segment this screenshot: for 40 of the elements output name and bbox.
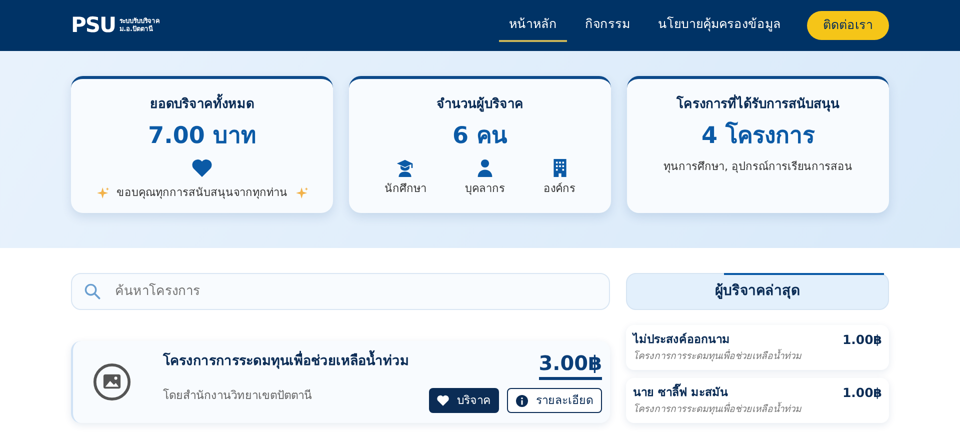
stat-title: จำนวนผู้บริจาค bbox=[436, 96, 524, 114]
donor-project: โครงการการระดมทุนเพื่อช่วยเหลือน้ำท่วม bbox=[633, 402, 802, 417]
project-organizer: โดยสำนักงานวิทยาเขตปัตตานี bbox=[163, 387, 313, 404]
stat-title: ยอดบริจาคทั้งหมด bbox=[71, 95, 333, 114]
stat-subtitle: ทุนการศึกษา, อุปกรณ์การเรียนการสอน bbox=[662, 159, 854, 175]
donor-name: นาย ซาลี๊ฟ มะสมัน bbox=[633, 384, 728, 401]
stat-value: 7.00 บาท bbox=[147, 122, 257, 150]
building-icon bbox=[550, 159, 569, 177]
group-label: บุคลากร bbox=[464, 181, 505, 197]
donor-amount: 1.00฿ bbox=[842, 384, 882, 402]
heart-icon bbox=[192, 159, 212, 177]
search-field[interactable]: ค้นหาโครงการ bbox=[71, 273, 610, 310]
group-label: องค์กร bbox=[544, 181, 576, 197]
heart-icon bbox=[437, 395, 449, 406]
details-button[interactable]: รายละเอียด bbox=[507, 388, 602, 414]
nav-link[interactable]: กิจกรรม bbox=[575, 9, 640, 42]
search-icon bbox=[84, 283, 101, 300]
thanks-note: ขอบคุณทุกการสนับสนุนจากทุกท่าน bbox=[116, 185, 288, 201]
sparkle-icon bbox=[96, 187, 108, 200]
logo-mark: PSU bbox=[71, 15, 116, 36]
donor-amount: 1.00฿ bbox=[842, 331, 882, 349]
stat-value: 4 โครงการ bbox=[700, 120, 816, 150]
sparkle-icon bbox=[296, 187, 308, 200]
group-label: นักศึกษา bbox=[384, 181, 426, 197]
panel-title: ผู้บริจาคล่าสุด bbox=[715, 282, 800, 301]
stat-value: 6 คน bbox=[451, 122, 508, 150]
stat-title: โครงการที่ได้รับการสนับสนุน bbox=[627, 95, 889, 114]
donate-button[interactable]: บริจาค bbox=[429, 388, 499, 414]
nav-link[interactable]: นโยบายคุ้มครองข้อมูล bbox=[648, 9, 791, 42]
project-amount: 3.00฿ bbox=[538, 350, 602, 380]
image-icon bbox=[93, 363, 131, 401]
contact-button[interactable]: ติดต่อเรา bbox=[807, 11, 889, 40]
donor-name: ไม่ประสงค์ออกนาม bbox=[633, 331, 730, 348]
person-icon bbox=[476, 159, 494, 177]
project-title: โครงการการระดมทุนเพื่อช่วยเหลือน้ำท่วม bbox=[163, 351, 413, 372]
nav-link[interactable]: หน้าหลัก bbox=[499, 9, 567, 42]
info-icon bbox=[516, 394, 528, 406]
student-icon bbox=[396, 159, 414, 177]
search-input[interactable]: ค้นหาโครงการ bbox=[113, 274, 597, 309]
donor-project: โครงการการระดมทุนเพื่อช่วยเหลือน้ำท่วม bbox=[633, 350, 802, 364]
